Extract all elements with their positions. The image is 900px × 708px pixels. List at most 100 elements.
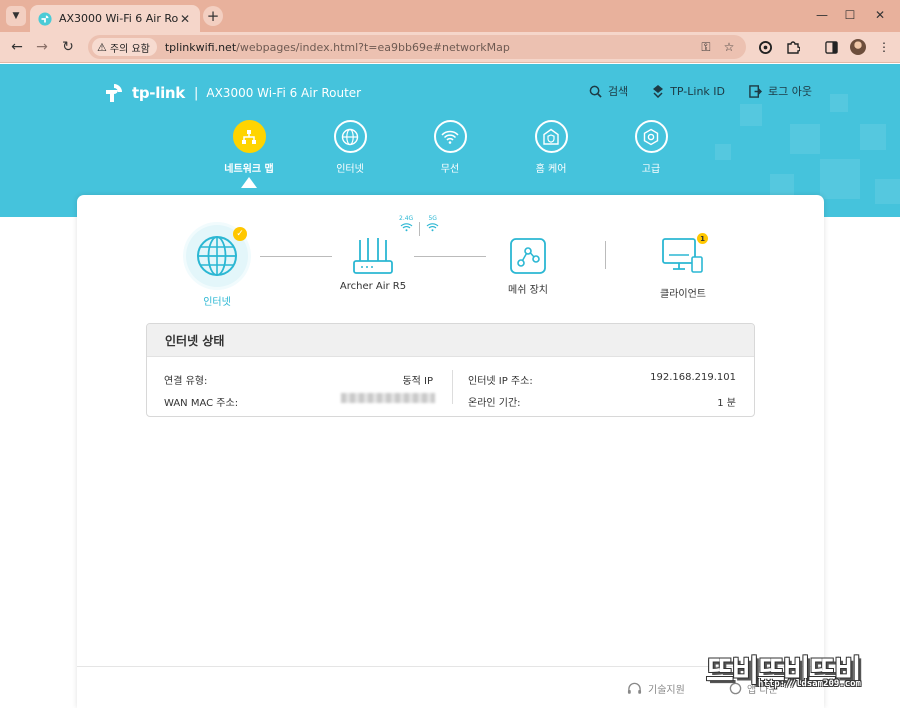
extension-icon[interactable]	[755, 37, 775, 57]
topology-clients[interactable]: 1 클라이언트	[643, 233, 723, 300]
logout-link[interactable]: 로그 아웃	[749, 83, 812, 99]
logout-label: 로그 아웃	[768, 85, 812, 98]
internet-status-panel: 인터넷 상태 연결 유형: 동적 IP WAN MAC 주소: 인터넷 IP 주…	[146, 323, 755, 417]
brand-separator: |	[193, 85, 199, 101]
tplink-id-icon	[653, 85, 664, 98]
tab-search-button[interactable]: ▼	[6, 6, 26, 26]
bookmark-star-icon[interactable]: ☆	[720, 38, 738, 56]
nav-wireless[interactable]: 무선	[410, 120, 490, 175]
search-icon	[589, 85, 602, 98]
mesh-device-icon	[510, 238, 546, 274]
mesh-label: 메쉬 장치	[508, 285, 548, 296]
watermark-url: http://ldsam209.com	[758, 679, 861, 689]
connection-type-value: 동적 IP	[402, 376, 433, 387]
tab-title: AX3000 Wi-Fi 6 Air Router	[59, 12, 178, 25]
nav-label: 인터넷	[336, 164, 364, 175]
connector-divider	[605, 241, 606, 269]
globe-icon: ✓	[186, 225, 248, 287]
band-5g-label: 5G	[428, 215, 437, 222]
nav-label: 네트워크 맵	[224, 164, 274, 175]
side-panel-icon[interactable]	[821, 37, 841, 57]
reload-icon[interactable]: ↻	[57, 36, 79, 58]
password-key-icon[interactable]: ⚿	[697, 38, 715, 56]
tplink-id-link[interactable]: TP-Link ID	[652, 84, 725, 98]
clients-label: 클라이언트	[660, 289, 706, 300]
profile-avatar[interactable]	[850, 39, 866, 55]
router-label: Archer Air R5	[339, 281, 407, 292]
address-bar[interactable]: ⚠ 주의 요함 tplinkwifi.net/webpages/index.ht…	[88, 35, 746, 59]
browser-toolbar: ← → ↻ ⚠ 주의 요함 tplinkwifi.net/webpages/in…	[0, 32, 900, 63]
tplink-logo[interactable]: tp-link | AX3000 Wi-Fi 6 Air Router	[102, 80, 361, 106]
puzzle-icon[interactable]	[783, 37, 803, 57]
globe-icon	[333, 120, 367, 153]
wifi-icon	[400, 223, 413, 232]
new-tab-button[interactable]: +	[203, 6, 223, 26]
headset-icon	[627, 682, 642, 694]
client-count-badge: 1	[697, 233, 708, 244]
browser-tab-bar: ▼ AX3000 Wi-Fi 6 Air Router ✕ + — ☐ ✕	[0, 0, 900, 32]
security-indicator[interactable]: ⚠ 주의 요함	[92, 38, 157, 56]
topology-internet[interactable]: ✓ 인터넷	[186, 225, 248, 308]
wifi-icon	[433, 120, 467, 153]
support-link[interactable]: 기술지원	[627, 681, 685, 696]
home-shield-icon	[534, 120, 568, 153]
support-label: 기술지원	[648, 685, 685, 696]
internet-label: 인터넷	[203, 297, 231, 308]
active-nav-caret	[241, 177, 257, 188]
warning-icon: ⚠	[97, 40, 107, 54]
wan-mac-label: WAN MAC 주소:	[164, 398, 239, 409]
nav-advanced[interactable]: 고급	[611, 120, 691, 175]
nav-network-map[interactable]: 네트워크 맵	[209, 120, 289, 175]
wifi-band-indicators: 2.4G 5G	[399, 215, 439, 236]
nav-label: 고급	[641, 164, 661, 175]
wifi-icon	[426, 223, 439, 232]
nav-label: 무선	[440, 164, 460, 175]
decor-square	[830, 94, 848, 112]
tplink-logo-icon	[106, 84, 122, 102]
search-label: 검색	[607, 85, 629, 98]
router-icon	[353, 238, 393, 274]
tab-close-icon[interactable]: ✕	[178, 12, 192, 26]
browser-tab[interactable]: AX3000 Wi-Fi 6 Air Router ✕	[30, 5, 200, 32]
minimize-icon[interactable]: —	[808, 4, 836, 26]
kebab-menu-icon[interactable]: ⋮	[874, 37, 894, 57]
network-map-icon	[232, 120, 266, 153]
search-link[interactable]: 검색	[589, 83, 628, 99]
url-host: tplinkwifi.net	[164, 40, 237, 54]
decor-square	[875, 179, 900, 204]
topology-mesh[interactable]: 메쉬 장치	[487, 237, 569, 296]
client-icon-wrap: 1	[659, 233, 708, 279]
forward-icon[interactable]: →	[31, 36, 53, 58]
band-separator	[419, 222, 421, 236]
network-map-card: ✓ 인터넷 2.4G 5G Archer Air R5 메쉬 장치 1 클라이언…	[77, 195, 824, 708]
nav-internet[interactable]: 인터넷	[310, 120, 390, 175]
band-24g: 2.4G	[399, 215, 413, 232]
uptime-value: 1 분	[717, 398, 736, 409]
maximize-icon[interactable]: ☐	[836, 4, 864, 26]
header-links: 검색 TP-Link ID 로그 아웃	[565, 83, 812, 99]
tplink-id-label: TP-Link ID	[670, 84, 726, 98]
back-icon[interactable]: ←	[6, 36, 28, 58]
uptime-label: 온라인 기간:	[468, 398, 521, 409]
gear-icon	[634, 120, 668, 153]
tplink-favicon-icon	[38, 11, 52, 26]
connector-line	[260, 256, 332, 257]
main-nav: 네트워크 맵 인터넷 무선 홈 케어 고급	[0, 120, 900, 180]
status-divider	[452, 370, 453, 404]
connector-line	[414, 256, 486, 257]
check-icon: ✓	[233, 227, 247, 241]
internet-status-title: 인터넷 상태	[147, 324, 754, 357]
nav-homecare[interactable]: 홈 케어	[511, 120, 591, 175]
brand-name: tp-link	[132, 84, 185, 102]
close-window-icon[interactable]: ✕	[866, 4, 894, 26]
chevron-down-icon: ▼	[12, 11, 20, 21]
internet-ip-label: 인터넷 IP 주소:	[468, 376, 533, 387]
connection-type-label: 연결 유형:	[164, 376, 208, 387]
internet-status-body: 연결 유형: 동적 IP WAN MAC 주소: 인터넷 IP 주소: 192.…	[147, 357, 754, 416]
topology-router[interactable]: Archer Air R5	[332, 237, 414, 292]
logout-icon	[749, 84, 763, 98]
nav-label: 홈 케어	[535, 164, 567, 175]
band-24g-label: 2.4G	[399, 215, 414, 222]
router-model: AX3000 Wi-Fi 6 Air Router	[206, 86, 362, 100]
url-path: /webpages/index.html?t=ea9bb69e#networkM…	[236, 40, 510, 54]
